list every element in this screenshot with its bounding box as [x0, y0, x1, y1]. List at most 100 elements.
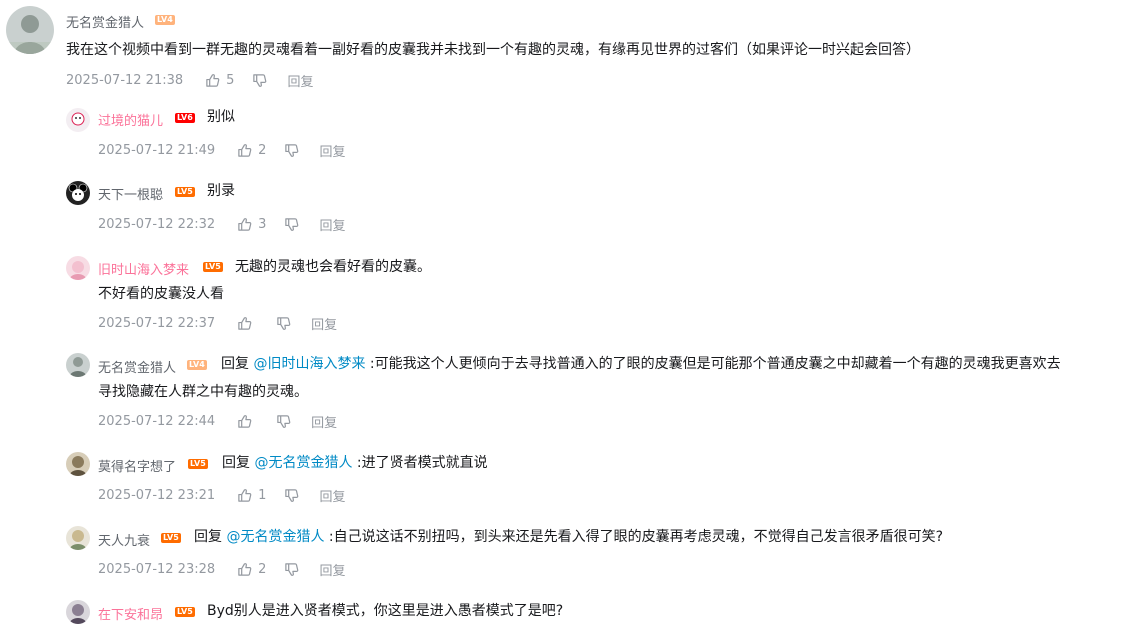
- dislike-button[interactable]: [284, 562, 299, 577]
- dislike-button[interactable]: [252, 73, 267, 88]
- mention-link[interactable]: @无名赏金猎人: [226, 529, 324, 545]
- reply-meta: 2025-07-12 22:44 回复: [98, 412, 337, 431]
- reply-item: 过境的猫儿 LV6 别似 2025-07-12 21:49 2 回复: [0, 104, 1123, 164]
- level-badge: LV4: [187, 360, 207, 370]
- reply-item: 在下安和昂 LV5 Byd别人是进入贤者模式，你这里是进入愚者模式了是吧?: [0, 599, 1123, 630]
- avatar[interactable]: [66, 181, 90, 205]
- avatar[interactable]: [66, 526, 90, 550]
- reply-body: :可能我这个人更倾向于去寻找普通入的了眼的皮囊但是可能那个普通皮囊之中却藏着一个…: [365, 356, 1061, 372]
- reply-button[interactable]: 回复: [319, 486, 345, 505]
- thumb-up-icon: [237, 316, 252, 331]
- like-button[interactable]: [237, 316, 258, 331]
- reply-text: 回复 @无名赏金猎人 :自己说这话不别扭吗，到头来还是先看入得了眼的皮囊再考虑灵…: [194, 525, 943, 549]
- like-button[interactable]: 2: [237, 562, 266, 577]
- level-badge: LV5: [175, 187, 195, 197]
- reply-meta: 2025-07-12 22:37 回复: [98, 314, 337, 333]
- mention-link[interactable]: @无名赏金猎人: [254, 455, 352, 471]
- reply-item: 天下一根聪 LV5 别录 2025-07-12 22:32 3 回复: [0, 179, 1123, 239]
- reply-meta: 2025-07-12 22:32 3 回复: [98, 215, 345, 234]
- timestamp: 2025-07-12 22:37: [98, 316, 216, 331]
- like-button[interactable]: [237, 414, 258, 429]
- thumb-down-icon: [284, 488, 299, 503]
- dislike-button[interactable]: [284, 143, 299, 158]
- username[interactable]: 天人九衰: [98, 530, 150, 549]
- level-badge: LV5: [161, 533, 181, 543]
- timestamp: 2025-07-12 23:21: [98, 488, 216, 503]
- level-badge: LV5: [188, 459, 208, 469]
- avatar[interactable]: [66, 108, 90, 132]
- reply-text: 别似: [207, 109, 235, 125]
- reply-item: 莫得名字想了 LV5 回复 @无名赏金猎人 :进了贤者模式就直说 2025-07…: [0, 451, 1123, 511]
- dislike-button[interactable]: [276, 414, 291, 429]
- avatar[interactable]: [6, 6, 54, 54]
- dislike-button[interactable]: [284, 488, 299, 503]
- like-count: 3: [258, 217, 267, 232]
- avatar[interactable]: [66, 600, 90, 624]
- reply-button[interactable]: 回复: [319, 215, 345, 234]
- like-button[interactable]: 1: [237, 488, 266, 503]
- comment-text: 我在这个视频中看到一群无趣的灵魂看着一副好看的皮囊我并未找到一个有趣的灵魂，有缘…: [66, 42, 920, 58]
- thumb-up-icon: [205, 73, 220, 88]
- thumb-down-icon: [284, 143, 299, 158]
- thumb-down-icon: [276, 316, 291, 331]
- main-comment: 无名赏金猎人 LV4 我在这个视频中看到一群无趣的灵魂看着一副好看的皮囊我并未找…: [0, 0, 1123, 95]
- mention-link[interactable]: @旧时山海入梦来: [253, 356, 365, 372]
- reply-button[interactable]: 回复: [311, 314, 337, 333]
- username[interactable]: 无名赏金猎人: [98, 357, 176, 376]
- thumb-down-icon: [284, 217, 299, 232]
- thumb-up-icon: [237, 143, 252, 158]
- like-button[interactable]: 2: [237, 143, 266, 158]
- timestamp: 2025-07-12 22:32: [98, 217, 216, 232]
- reply-button[interactable]: 回复: [311, 412, 337, 431]
- thumb-down-icon: [252, 73, 267, 88]
- like-count: 2: [258, 143, 267, 158]
- dislike-button[interactable]: [276, 316, 291, 331]
- reply-item: 天人九衰 LV5 回复 @无名赏金猎人 :自己说这话不别扭吗，到头来还是先看入得…: [0, 525, 1123, 585]
- like-button[interactable]: 5: [205, 73, 234, 88]
- reply-text: Byd别人是进入贤者模式，你这里是进入愚者模式了是吧?: [207, 603, 564, 619]
- reply-meta: 2025-07-12 21:49 2 回复: [98, 141, 345, 160]
- reply-prefix: 回复: [221, 356, 249, 372]
- like-count: 1: [258, 488, 267, 503]
- reply-item: 旧时山海入梦来 LV5 无趣的灵魂也会看好看的皮囊。 不好看的皮囊没人看 202…: [0, 255, 1123, 335]
- avatar[interactable]: [66, 452, 90, 476]
- username[interactable]: 过境的猫儿: [98, 110, 163, 129]
- username[interactable]: 在下安和昂: [98, 604, 163, 623]
- level-badge: LV6: [175, 113, 195, 123]
- level-badge: LV5: [175, 607, 195, 617]
- reply-meta: 2025-07-12 23:21 1 回复: [98, 486, 345, 505]
- timestamp: 2025-07-12 23:28: [98, 562, 216, 577]
- username[interactable]: 莫得名字想了: [98, 456, 176, 475]
- reply-text: 别录: [207, 183, 235, 199]
- reply-button[interactable]: 回复: [287, 71, 313, 90]
- thumb-up-icon: [237, 414, 252, 429]
- reply-text: 无趣的灵魂也会看好看的皮囊。: [235, 259, 431, 275]
- avatar[interactable]: [66, 256, 90, 280]
- reply-text: 回复 @无名赏金猎人 :进了贤者模式就直说: [222, 451, 488, 475]
- like-button[interactable]: 3: [237, 217, 266, 232]
- thumb-up-icon: [237, 217, 252, 232]
- like-count: 5: [226, 73, 235, 88]
- username[interactable]: 天下一根聪: [98, 184, 163, 203]
- reply-item: 无名赏金猎人 LV4 回复 @旧时山海入梦来 :可能我这个人更倾向于去寻找普通入…: [0, 352, 1123, 434]
- level-badge: LV5: [203, 262, 223, 272]
- thumb-up-icon: [237, 562, 252, 577]
- reply-prefix: 回复: [222, 455, 250, 471]
- reply-text: 回复 @旧时山海入梦来 :可能我这个人更倾向于去寻找普通入的了眼的皮囊但是可能那…: [221, 352, 1061, 376]
- like-count: 2: [258, 562, 267, 577]
- username[interactable]: 无名赏金猎人: [66, 12, 144, 31]
- timestamp: 2025-07-12 21:38: [66, 73, 184, 88]
- username[interactable]: 旧时山海入梦来: [98, 259, 189, 278]
- reply-button[interactable]: 回复: [319, 560, 345, 579]
- thumb-down-icon: [284, 562, 299, 577]
- reply-text-continued: 寻找隐藏在人群之中有趣的灵魂。: [98, 384, 308, 400]
- level-badge: LV4: [155, 15, 175, 25]
- comment-meta: 2025-07-12 21:38 5 回复: [66, 71, 313, 90]
- timestamp: 2025-07-12 21:49: [98, 143, 216, 158]
- avatar[interactable]: [66, 353, 90, 377]
- reply-meta: 2025-07-12 23:28 2 回复: [98, 560, 345, 579]
- reply-button[interactable]: 回复: [319, 141, 345, 160]
- reply-body: :进了贤者模式就直说: [352, 455, 488, 471]
- dislike-button[interactable]: [284, 217, 299, 232]
- thumb-down-icon: [276, 414, 291, 429]
